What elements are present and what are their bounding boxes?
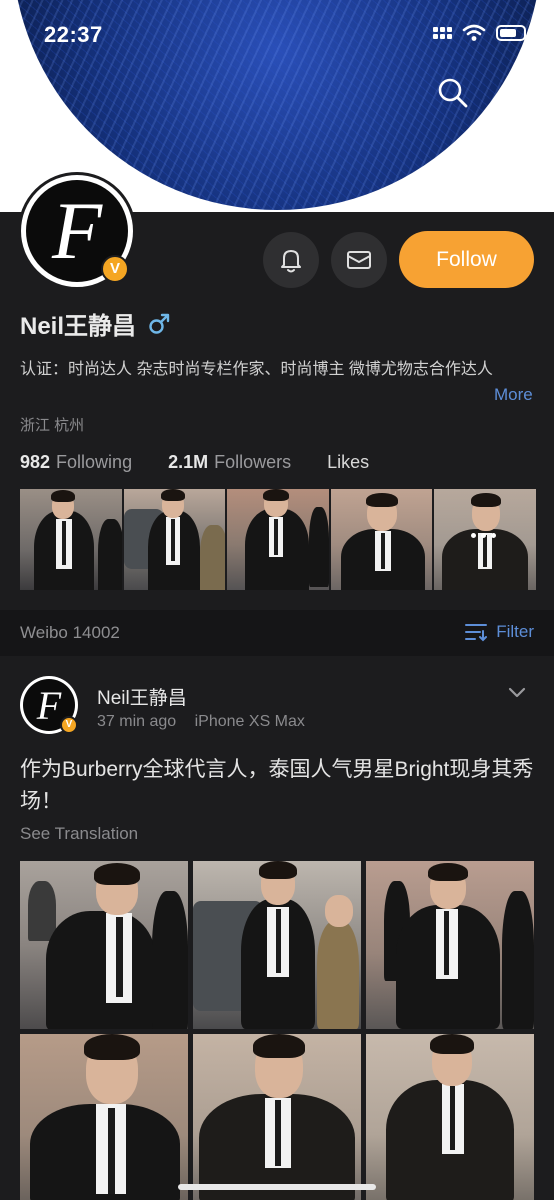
weibo-tab-bar: Weibo 14002 Filter bbox=[0, 610, 554, 656]
post-meta: 37 min ago iPhone XS Max bbox=[97, 713, 319, 731]
photo-thumbnail[interactable] bbox=[20, 489, 122, 590]
status-icons bbox=[433, 24, 526, 42]
more-photos-indicator bbox=[471, 533, 496, 538]
post-image[interactable] bbox=[366, 861, 534, 1029]
post-time: 37 min ago bbox=[97, 713, 177, 730]
home-indicator[interactable] bbox=[178, 1184, 376, 1190]
filter-icon bbox=[465, 624, 488, 642]
verified-badge: V bbox=[101, 255, 129, 283]
ellipsis-icon bbox=[498, 90, 528, 96]
followers-stat[interactable]: 2.1M Followers bbox=[168, 452, 291, 473]
status-time: 22:37 bbox=[44, 22, 103, 47]
profile-card: F V Follow Neil王静昌 认证：时尚达人 杂志时尚专栏作家、时尚博主… bbox=[0, 172, 554, 610]
post-image-grid bbox=[20, 861, 534, 1200]
back-button[interactable] bbox=[18, 76, 48, 110]
photo-thumbnail[interactable] bbox=[330, 489, 433, 590]
bio-more-link[interactable]: More bbox=[494, 385, 533, 405]
filter-button[interactable]: Filter bbox=[464, 622, 534, 642]
post-image[interactable] bbox=[193, 861, 361, 1029]
following-stat[interactable]: 982 Following bbox=[20, 452, 132, 473]
chevron-down-icon bbox=[508, 687, 526, 698]
followers-count: 2.1M bbox=[168, 452, 209, 472]
wifi-icon bbox=[462, 24, 486, 41]
post-image[interactable] bbox=[366, 1034, 534, 1200]
profile-bio: 认证：时尚达人 杂志时尚专栏作家、时尚博主 微博尤物志合作达人 bbox=[20, 361, 493, 378]
message-button[interactable] bbox=[331, 232, 387, 288]
following-label: Following bbox=[56, 452, 133, 472]
post-device: iPhone XS Max bbox=[194, 713, 305, 730]
post-author-avatar[interactable]: F V bbox=[20, 676, 78, 734]
cellular-signal-icon bbox=[433, 27, 452, 39]
follow-button[interactable]: Follow bbox=[399, 231, 534, 288]
profile-location: 浙江 杭州 bbox=[20, 417, 85, 434]
photo-strip[interactable] bbox=[20, 489, 536, 590]
following-count: 982 bbox=[20, 452, 51, 472]
profile-name: Neil王静昌 bbox=[20, 313, 137, 340]
search-button[interactable] bbox=[436, 76, 470, 110]
male-icon bbox=[149, 313, 170, 334]
filter-label: Filter bbox=[496, 622, 534, 641]
verified-badge: V bbox=[60, 716, 78, 734]
profile-stats: 982 Following 2.1M Followers Likes bbox=[20, 452, 405, 473]
weibo-post: F V Neil王静昌 37 min ago iPhone XS Max 作为B… bbox=[0, 656, 554, 1200]
post-image[interactable] bbox=[20, 1034, 188, 1200]
chevron-left-icon bbox=[24, 79, 40, 107]
likes-label: Likes bbox=[327, 452, 370, 472]
notification-bell-button[interactable] bbox=[263, 232, 319, 288]
photo-thumbnail[interactable] bbox=[227, 489, 329, 590]
profile-avatar[interactable]: F V bbox=[18, 172, 136, 290]
post-options-button[interactable] bbox=[506, 686, 528, 700]
photo-thumbnail[interactable] bbox=[434, 489, 536, 590]
likes-stat[interactable]: Likes bbox=[327, 452, 369, 473]
bell-icon bbox=[281, 250, 301, 273]
post-author-name[interactable]: Neil王静昌 bbox=[97, 683, 187, 710]
followers-label: Followers bbox=[214, 452, 292, 472]
more-options-button[interactable] bbox=[496, 80, 530, 106]
photo-thumbnail[interactable] bbox=[123, 489, 226, 590]
post-image[interactable] bbox=[20, 861, 188, 1029]
battery-icon bbox=[496, 25, 526, 41]
mail-icon bbox=[347, 251, 371, 269]
weibo-count: Weibo 14002 bbox=[20, 623, 120, 642]
status-bar: 22:37 bbox=[0, 0, 554, 70]
post-text: 作为Burberry全球代言人，泰国人气男星Bright现身其秀场！ bbox=[20, 758, 534, 813]
see-translation-link[interactable]: See Translation bbox=[20, 824, 138, 844]
profile-name-row: Neil王静昌 bbox=[20, 306, 170, 341]
search-icon bbox=[438, 78, 468, 108]
post-image[interactable] bbox=[193, 1034, 361, 1200]
